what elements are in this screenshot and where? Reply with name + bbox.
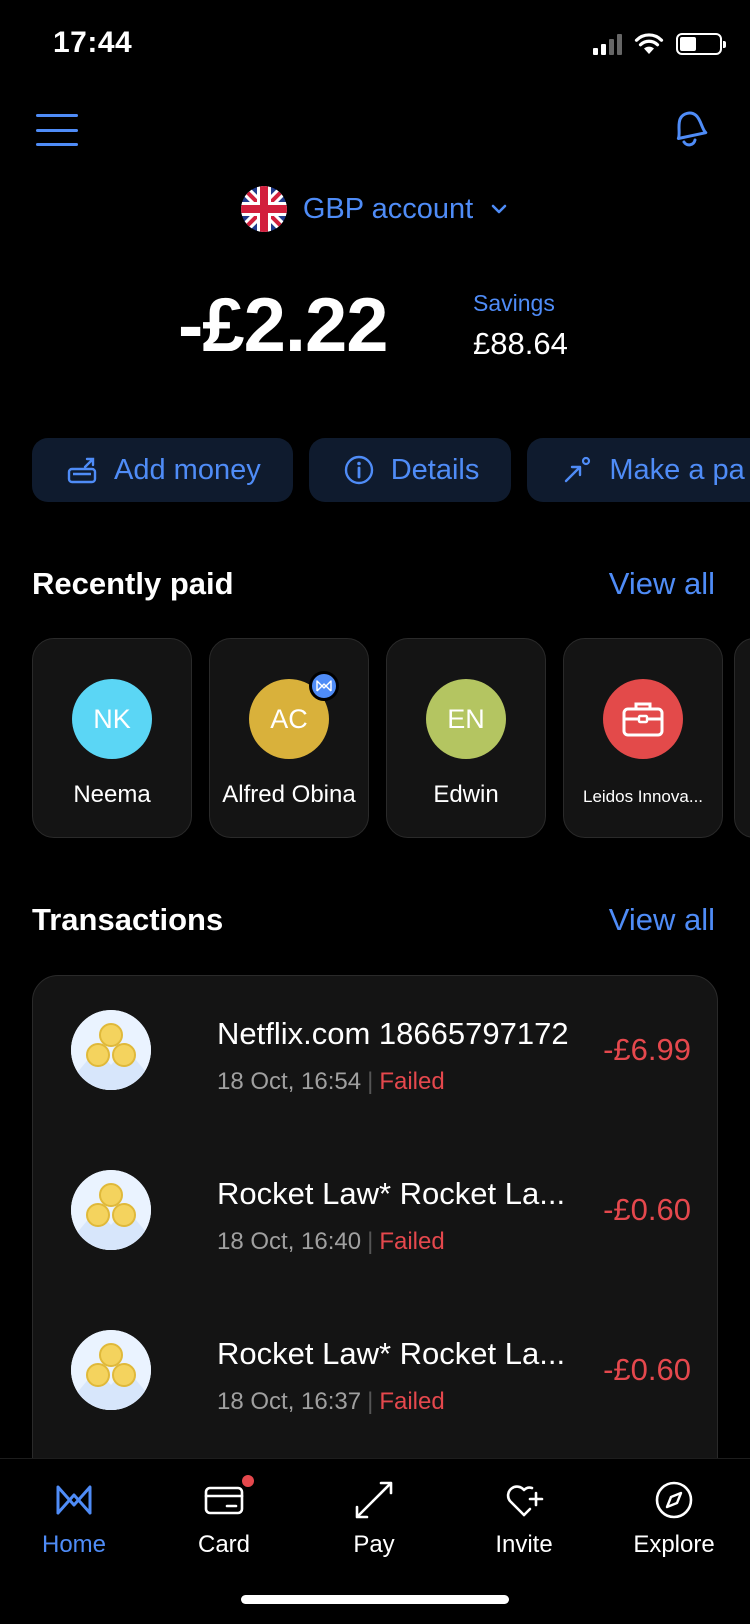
signal-icon bbox=[593, 33, 622, 55]
nav-explore-label: Explore bbox=[633, 1531, 715, 1558]
transactions-view-all[interactable]: View all bbox=[609, 902, 715, 938]
transaction-amount: -£6.99 bbox=[603, 1032, 691, 1067]
balance-amount: -£2.22 bbox=[178, 283, 388, 368]
chevron-down-icon bbox=[491, 204, 507, 214]
contact-name: Alfred Obina bbox=[222, 781, 356, 808]
transaction-row[interactable]: Rocket Law* Rocket La... 18 Oct, 16:40 | F… bbox=[71, 1170, 691, 1270]
briefcase-icon bbox=[622, 702, 664, 737]
make-payment-button[interactable]: Make a pa bbox=[527, 438, 750, 502]
nav-pay[interactable]: Pay bbox=[304, 1479, 444, 1559]
transaction-title: Rocket Law* Rocket La... bbox=[217, 1336, 566, 1371]
transaction-meta: 18 Oct, 16:40 | Failed bbox=[217, 1228, 445, 1256]
notification-bell-icon[interactable] bbox=[668, 106, 710, 152]
menu-button[interactable] bbox=[36, 114, 78, 146]
savings-label[interactable]: Savings bbox=[473, 290, 555, 317]
nav-home[interactable]: Home bbox=[4, 1479, 144, 1559]
avatar bbox=[603, 679, 683, 759]
transaction-title: Rocket Law* Rocket La... bbox=[217, 1176, 566, 1211]
home-indicator bbox=[241, 1595, 509, 1604]
nav-pay-label: Pay bbox=[353, 1531, 395, 1558]
transaction-date: 18 Oct, 16:37 bbox=[217, 1388, 362, 1415]
nav-card[interactable]: Card bbox=[154, 1475, 294, 1559]
contact-card-alfred[interactable]: AC Alfred Obina bbox=[209, 638, 369, 838]
transaction-date: 18 Oct, 16:54 bbox=[217, 1068, 362, 1095]
meta-separator: | bbox=[367, 1388, 374, 1415]
savings-value[interactable]: £88.64 bbox=[473, 326, 568, 362]
pay-arrows-icon bbox=[355, 1481, 393, 1519]
add-money-icon bbox=[67, 457, 97, 484]
nav-invite[interactable]: Invite bbox=[454, 1479, 594, 1559]
contact-name: Edwin bbox=[433, 781, 499, 808]
recently-paid-view-all[interactable]: View all bbox=[609, 566, 715, 602]
transaction-amount: -£0.60 bbox=[603, 1192, 691, 1227]
add-money-button[interactable]: Add money bbox=[32, 438, 293, 502]
avatar: AC bbox=[249, 671, 339, 759]
nav-home-label: Home bbox=[41, 1531, 107, 1558]
status-bar: 17:44 bbox=[0, 0, 750, 90]
contact-name: Leidos Innova... bbox=[582, 787, 704, 806]
coins-icon bbox=[71, 1010, 151, 1090]
action-buttons: Add money Details Make a pa bbox=[32, 438, 750, 502]
nav-invite-label: Invite bbox=[495, 1531, 553, 1558]
account-selector[interactable]: GBP account bbox=[0, 186, 750, 232]
transaction-date: 18 Oct, 16:40 bbox=[217, 1228, 362, 1255]
details-label: Details bbox=[390, 453, 480, 486]
transaction-row[interactable]: Rocket Law* Rocket La... 18 Oct, 16:37 | F… bbox=[71, 1330, 691, 1430]
add-money-label: Add money bbox=[114, 453, 261, 486]
compass-icon bbox=[655, 1481, 693, 1519]
transactions-list: Netflix.com 18665797172 18 Oct, 16:54 | Fa… bbox=[32, 975, 718, 1495]
transaction-status: Failed bbox=[379, 1068, 445, 1095]
nav-card-label: Card bbox=[197, 1531, 251, 1558]
coins-icon bbox=[71, 1170, 151, 1250]
details-button[interactable]: Details bbox=[308, 438, 512, 502]
info-icon bbox=[344, 455, 373, 485]
avatar: EN bbox=[426, 679, 506, 759]
avatar: NK bbox=[72, 679, 152, 759]
coins-icon bbox=[71, 1330, 151, 1410]
contact-card-neema[interactable]: NK Neema bbox=[32, 638, 192, 838]
wifi-icon bbox=[634, 33, 664, 54]
contact-card-next[interactable] bbox=[734, 638, 750, 838]
uk-flag-icon bbox=[240, 186, 287, 232]
home-logo-icon bbox=[56, 1485, 92, 1515]
recently-paid-list: NK Neema AC Alfred Obina EN Edwin Leidos… bbox=[32, 638, 723, 838]
avatar-initials: AC bbox=[270, 703, 308, 734]
account-label: GBP account bbox=[302, 192, 474, 225]
transaction-meta: 18 Oct, 16:54 | Failed bbox=[217, 1068, 445, 1096]
status-icons bbox=[593, 32, 726, 56]
meta-separator: | bbox=[367, 1068, 374, 1095]
contact-card-leidos[interactable]: Leidos Innova... bbox=[563, 638, 723, 838]
transaction-row[interactable]: Netflix.com 18665797172 18 Oct, 16:54 | Fa… bbox=[71, 1010, 691, 1110]
card-icon bbox=[204, 1486, 244, 1515]
transactions-title: Transactions bbox=[32, 902, 224, 937]
heart-plus-icon bbox=[506, 1485, 544, 1517]
transaction-title: Netflix.com 18665797172 bbox=[217, 1016, 569, 1051]
status-time: 17:44 bbox=[53, 26, 133, 59]
notification-dot bbox=[242, 1475, 254, 1487]
contact-card-edwin[interactable]: EN Edwin bbox=[386, 638, 546, 838]
contact-name: Neema bbox=[73, 781, 151, 808]
transaction-status: Failed bbox=[379, 1228, 445, 1255]
transaction-amount: -£0.60 bbox=[603, 1352, 691, 1387]
nav-explore[interactable]: Explore bbox=[604, 1479, 744, 1559]
battery-icon bbox=[676, 33, 726, 55]
transaction-meta: 18 Oct, 16:37 | Failed bbox=[217, 1388, 445, 1416]
make-payment-label: Make a pa bbox=[609, 453, 745, 486]
member-badge-icon bbox=[309, 671, 339, 701]
meta-separator: | bbox=[367, 1228, 374, 1255]
transaction-status: Failed bbox=[379, 1388, 445, 1415]
send-arrow-icon bbox=[565, 456, 591, 483]
recently-paid-title: Recently paid bbox=[32, 566, 234, 601]
